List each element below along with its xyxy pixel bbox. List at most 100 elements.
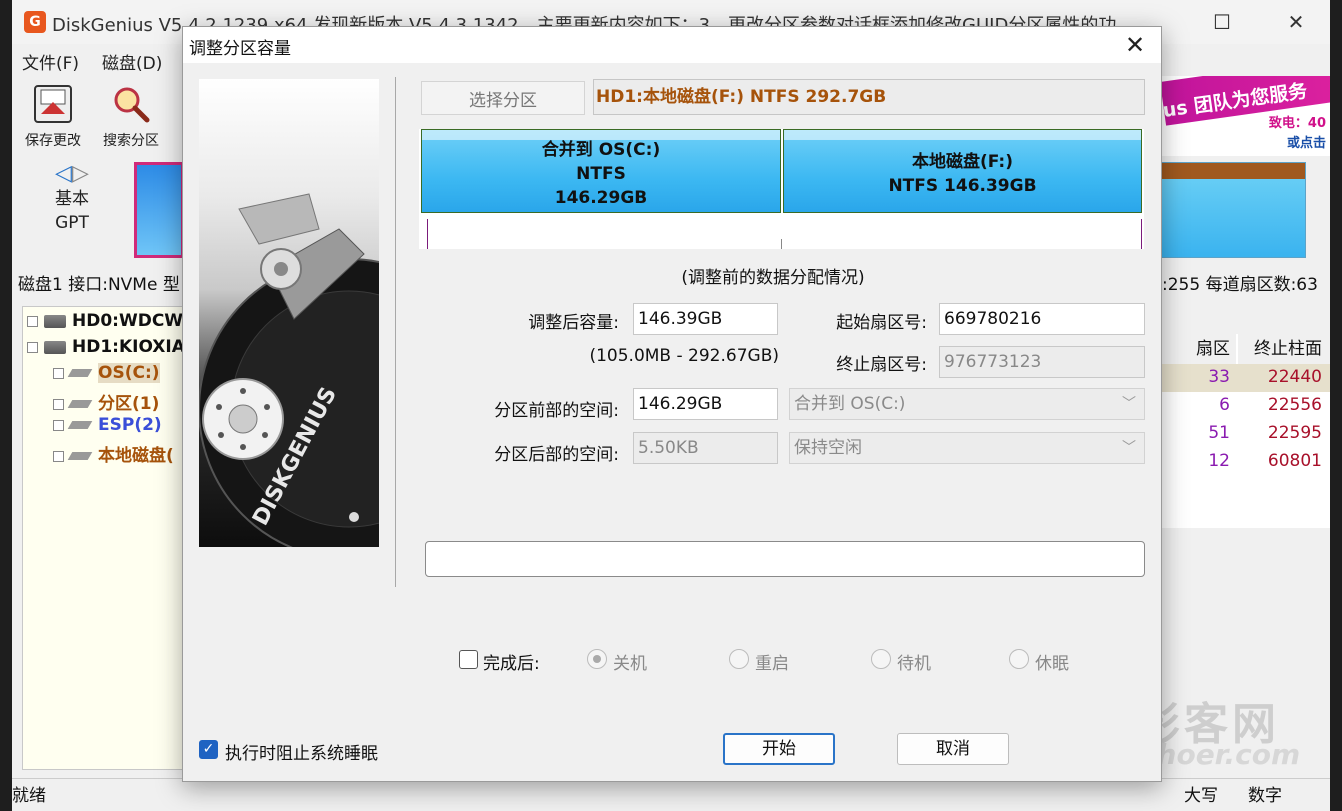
expand-icon[interactable]: [53, 419, 64, 431]
back-space-action-value: 保持空闲: [794, 438, 862, 458]
tree-partition-1[interactable]: 分区(1): [53, 389, 159, 414]
range-tick-start: [427, 219, 428, 249]
vertical-separator: [395, 77, 396, 587]
collapse-icon[interactable]: [27, 341, 38, 353]
tree-label-hd0: HD0:WDCW: [72, 311, 184, 331]
hard-disk-icon: [44, 340, 66, 354]
start-sector-label: 起始扇区号:: [836, 313, 927, 333]
tree-partition-os[interactable]: OS(C:): [53, 363, 160, 383]
disk-bar-partition[interactable]: [1160, 162, 1306, 258]
after-completion-checkbox[interactable]: [459, 650, 478, 669]
tree-label-esp: ESP(2): [98, 415, 162, 435]
prevent-sleep-label: 执行时阻止系统睡眠: [225, 744, 378, 764]
column-header-end-cylinder[interactable]: 终止柱面: [1238, 334, 1330, 364]
expand-icon[interactable]: [27, 315, 38, 327]
radio-standby: [871, 649, 891, 669]
menu-disk[interactable]: 磁盘(D): [102, 49, 162, 74]
resize-range-text: (105.0MB - 292.67GB): [589, 346, 779, 366]
partition-layout-map: 合并到 OS(C:) NTFS 146.29GB 本地磁盘(F:) NTFS 1…: [419, 129, 1144, 249]
segment-merge-os[interactable]: 合并到 OS(C:) NTFS 146.29GB: [421, 129, 781, 213]
cell-end-cylinder: 22595: [1267, 423, 1322, 443]
search-partition-label: 搜索分区: [103, 133, 159, 149]
option-standby-label: 待机: [897, 654, 931, 674]
back-space-label: 分区后部的空间:: [494, 445, 619, 465]
disk-tree: HD0:WDCW HD1:KIOXIA OS(C:) 分区(1) ESP(2) …: [22, 306, 194, 770]
tree-disk-hd1[interactable]: HD1:KIOXIA: [27, 337, 185, 357]
radio-shutdown: [587, 649, 607, 669]
partition-icon: [67, 452, 93, 460]
option-shutdown-label: 关机: [613, 654, 647, 674]
resize-value-input[interactable]: 146.39GB: [633, 303, 778, 335]
column-header-sector[interactable]: 扇区: [1162, 334, 1236, 364]
front-space-input[interactable]: 146.29GB: [633, 388, 778, 420]
arrow-left-icon[interactable]: ◁: [55, 161, 72, 186]
expand-icon[interactable]: [53, 450, 64, 462]
range-tick-end: [1141, 219, 1142, 249]
range-tick-middle: [781, 239, 782, 249]
save-icon: [34, 85, 72, 123]
disk-info-text: 磁盘1 接口:NVMe 型: [18, 275, 180, 295]
expand-icon[interactable]: [53, 398, 64, 410]
table-row[interactable]: 6 22556: [1162, 392, 1330, 420]
segment-local-disk[interactable]: 本地磁盘(F:) NTFS 146.39GB: [783, 129, 1142, 213]
prevent-sleep-checkbox[interactable]: ✓: [199, 740, 218, 759]
tree-partition-esp[interactable]: ESP(2): [53, 415, 162, 435]
disk-scheme: GPT: [55, 213, 89, 233]
partition-icon: [67, 369, 93, 377]
status-bar: 就绪 大写 数字: [12, 778, 1330, 811]
dialog-title-bar: 调整分区容量 ✕: [183, 27, 1161, 63]
end-sector-label: 终止扇区号:: [836, 355, 927, 375]
tree-partition-local[interactable]: 本地磁盘(: [53, 441, 174, 466]
table-row[interactable]: 51 22595: [1162, 420, 1330, 448]
partition-icon: [67, 400, 93, 408]
front-space-label: 分区前部的空间:: [494, 401, 619, 421]
close-icon[interactable]: ✕: [1119, 29, 1151, 61]
service-banner[interactable]: us 团队为您服务 致电：40 或点击: [1160, 76, 1330, 156]
cell-end-cylinder: 22440: [1267, 367, 1322, 387]
option-restart-label: 重启: [755, 654, 789, 674]
before-allocation-note: (调整前的数据分配情况): [681, 268, 865, 288]
cell-sector: 12: [1208, 451, 1230, 471]
hard-drive-icon: DISKGENIUS: [199, 193, 379, 547]
cell-end-cylinder: 60801: [1267, 451, 1322, 471]
disk-bar-windows-partition[interactable]: [134, 162, 184, 258]
start-button[interactable]: 开始: [723, 733, 835, 765]
chevron-down-icon: ﹀: [1122, 440, 1136, 456]
chevron-down-icon: ﹀: [1122, 396, 1136, 412]
radio-hibernate: [1009, 649, 1029, 669]
back-space-action-select: 保持空闲 ﹀: [789, 432, 1145, 464]
end-sector-input: 976773123: [939, 346, 1145, 378]
save-changes-button[interactable]: 保存更改: [18, 84, 88, 150]
segment-line: NTFS 146.39GB: [888, 176, 1037, 196]
select-partition-button[interactable]: 选择分区: [421, 81, 585, 115]
cell-end-cylinder: 22556: [1267, 395, 1322, 415]
table-row[interactable]: 12 60801: [1162, 448, 1330, 476]
back-space-input: 5.50KB: [633, 432, 778, 464]
disk-nav-arrows[interactable]: ◁▷: [42, 162, 102, 187]
minimize-button[interactable]: ☐: [1202, 8, 1242, 36]
arrow-right-icon[interactable]: ▷: [72, 161, 89, 186]
progress-bar: [425, 541, 1145, 577]
tree-label-local: 本地磁盘(: [98, 446, 174, 466]
search-partition-button[interactable]: 搜索分区: [96, 84, 166, 150]
banner-click: 或点击: [1286, 136, 1326, 151]
start-sector-input[interactable]: 669780216: [939, 303, 1145, 335]
cancel-button[interactable]: 取消: [897, 733, 1009, 765]
expand-icon[interactable]: [53, 367, 64, 379]
tree-label-hd1: HD1:KIOXIA: [72, 337, 185, 357]
tree-disk-hd0[interactable]: HD0:WDCW: [27, 311, 183, 331]
resize-partition-dialog: 调整分区容量 ✕ DISKGENIUS 选择分区 HD1:本地磁盘(F:) NT…: [182, 26, 1162, 782]
table-row[interactable]: 33 22440: [1162, 364, 1330, 392]
menu-file[interactable]: 文件(F): [22, 49, 79, 74]
front-space-action-value: 合并到 OS(C:): [794, 394, 906, 414]
radio-restart: [729, 649, 749, 669]
close-window-button[interactable]: ✕: [1276, 8, 1316, 36]
disk-navigator: ◁▷ 基本 GPT: [42, 162, 102, 235]
dialog-title: 调整分区容量: [189, 39, 291, 59]
disk-type: 基本: [55, 189, 89, 209]
diskgenius-logo-icon: G: [24, 11, 46, 33]
selected-partition-display: HD1:本地磁盘(F:) NTFS 292.7GB: [593, 79, 1145, 115]
banner-phone: 致电：40: [1268, 116, 1326, 131]
front-space-action-select: 合并到 OS(C:) ﹀: [789, 388, 1145, 420]
partition-table: 扇区 终止柱面 33 22440 6 22556 51 22595 12 608…: [1162, 334, 1330, 528]
